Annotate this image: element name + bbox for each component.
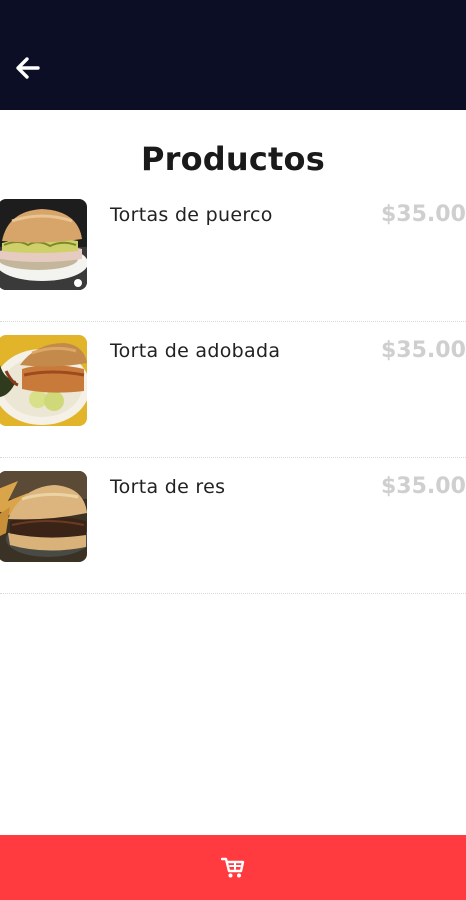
product-price: $35.00 bbox=[381, 338, 466, 363]
product-image bbox=[0, 335, 87, 426]
product-name: Tortas de puerco bbox=[110, 204, 273, 226]
product-image bbox=[0, 199, 87, 290]
product-item[interactable]: Tortas de puerco $35.00 bbox=[0, 186, 466, 322]
product-item[interactable]: Torta de res $35.00 bbox=[0, 458, 466, 594]
product-price: $35.00 bbox=[381, 474, 466, 499]
cart-button[interactable] bbox=[0, 835, 466, 900]
torta-de-adobada-photo bbox=[0, 335, 87, 426]
product-price: $35.00 bbox=[381, 202, 466, 227]
app-screen: Productos Tortas de puerco $35.00 Torta … bbox=[0, 0, 466, 900]
arrow-left-icon bbox=[16, 57, 40, 79]
product-name: Torta de res bbox=[110, 476, 226, 498]
product-name: Torta de adobada bbox=[110, 340, 281, 362]
back-button[interactable] bbox=[12, 52, 44, 84]
torta-de-res-photo bbox=[0, 471, 87, 562]
product-item[interactable]: Torta de adobada $35.00 bbox=[0, 322, 466, 458]
page-title: Productos bbox=[140, 140, 325, 178]
torta-de-puerco-photo bbox=[0, 199, 87, 290]
shopping-cart-icon bbox=[221, 857, 245, 877]
product-list: Tortas de puerco $35.00 Torta de adobada… bbox=[0, 186, 466, 594]
top-app-bar bbox=[0, 0, 466, 110]
product-image bbox=[0, 471, 87, 562]
